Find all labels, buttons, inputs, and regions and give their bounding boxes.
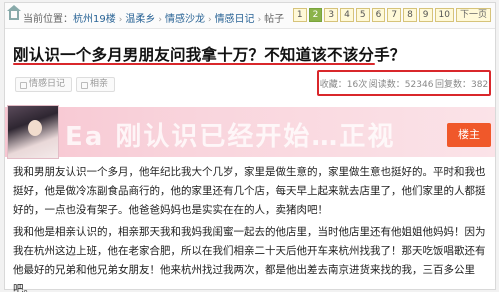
page-link-6[interactable]: 6 [371, 8, 386, 22]
favorites-count: 收藏：16次 [319, 79, 368, 90]
page-link-10[interactable]: 10 [434, 8, 454, 22]
breadcrumb: 当前位置：杭州19楼 › 温柔乡 › 情感沙龙 › 情感日记 › 帖子 [23, 10, 284, 25]
page-link-5[interactable]: 5 [355, 8, 370, 22]
page-link-8[interactable]: 8 [403, 8, 417, 22]
breadcrumb-prefix: 当前位置： [23, 14, 73, 25]
tag-diary[interactable]: 情感日记 [15, 77, 73, 92]
breadcrumb-item-current: 帖子 [264, 14, 285, 25]
page-link-4[interactable]: 4 [340, 8, 354, 22]
tag-blind-date[interactable]: 相亲 [76, 77, 116, 92]
owner-badge: 楼主 [447, 123, 491, 147]
breadcrumb-item-forum[interactable]: 情感沙龙 [165, 14, 205, 25]
avatar[interactable] [7, 105, 59, 159]
banner-text: Ea 刚认识已经开始…正视 [65, 122, 396, 152]
post-paragraph: 我和男朋友认识一个多月，他年纪比我大个几岁，家里是做生意的，家里做生意也挺好的。… [13, 166, 486, 216]
breadcrumb-separator-icon: › [158, 15, 162, 25]
post-title: 刚认识一个多月男朋友问我拿十万？不知道该不该分手？ [13, 46, 406, 64]
breadcrumb-separator-icon: › [207, 15, 212, 25]
read-count: 阅读数：52346 [368, 79, 434, 90]
title-underline [13, 63, 375, 65]
post-tags: 情感日记 相亲 [15, 77, 116, 92]
breadcrumb-item-section[interactable]: 温柔乡 [125, 14, 155, 25]
breadcrumb-separator-icon: › [118, 15, 123, 25]
breadcrumb-bar: 当前位置：杭州19楼 › 温柔乡 › 情感沙龙 › 情感日记 › 帖子 1 2 3 4 5 6 … [5, 3, 495, 29]
post-page: 当前位置：杭州19楼 › 温柔乡 › 情感沙龙 › 情感日记 › 帖子 1 2 3 4 5 6 … [4, 2, 496, 292]
page-link-1[interactable]: 1 [292, 8, 307, 22]
breadcrumb-item-site[interactable]: 杭州19楼 [73, 14, 116, 25]
breadcrumb-item-board[interactable]: 情感日记 [215, 14, 255, 25]
next-page-button[interactable]: 下一页 [455, 8, 491, 22]
reply-count: 回复数：382 [435, 79, 489, 90]
page-link-current[interactable]: 2 [308, 8, 323, 22]
post-stats: 收藏：16次 阅读数：52346 回复数：382 [317, 70, 491, 96]
avatar-face [28, 120, 42, 136]
pagination: 1 2 3 4 5 6 7 8 9 10 下一页 [292, 8, 491, 22]
breadcrumb-separator-icon: › [257, 15, 262, 25]
home-icon[interactable] [7, 5, 21, 20]
post-paragraph: 我和他是相亲认识的，相亲那天我和我妈我闺蜜一起去的他店里，当时他店里还有他姐姐他… [13, 226, 486, 292]
page-link-9[interactable]: 9 [418, 8, 433, 22]
page-link-3[interactable]: 3 [324, 8, 339, 22]
page-link-7[interactable]: 7 [387, 8, 402, 22]
